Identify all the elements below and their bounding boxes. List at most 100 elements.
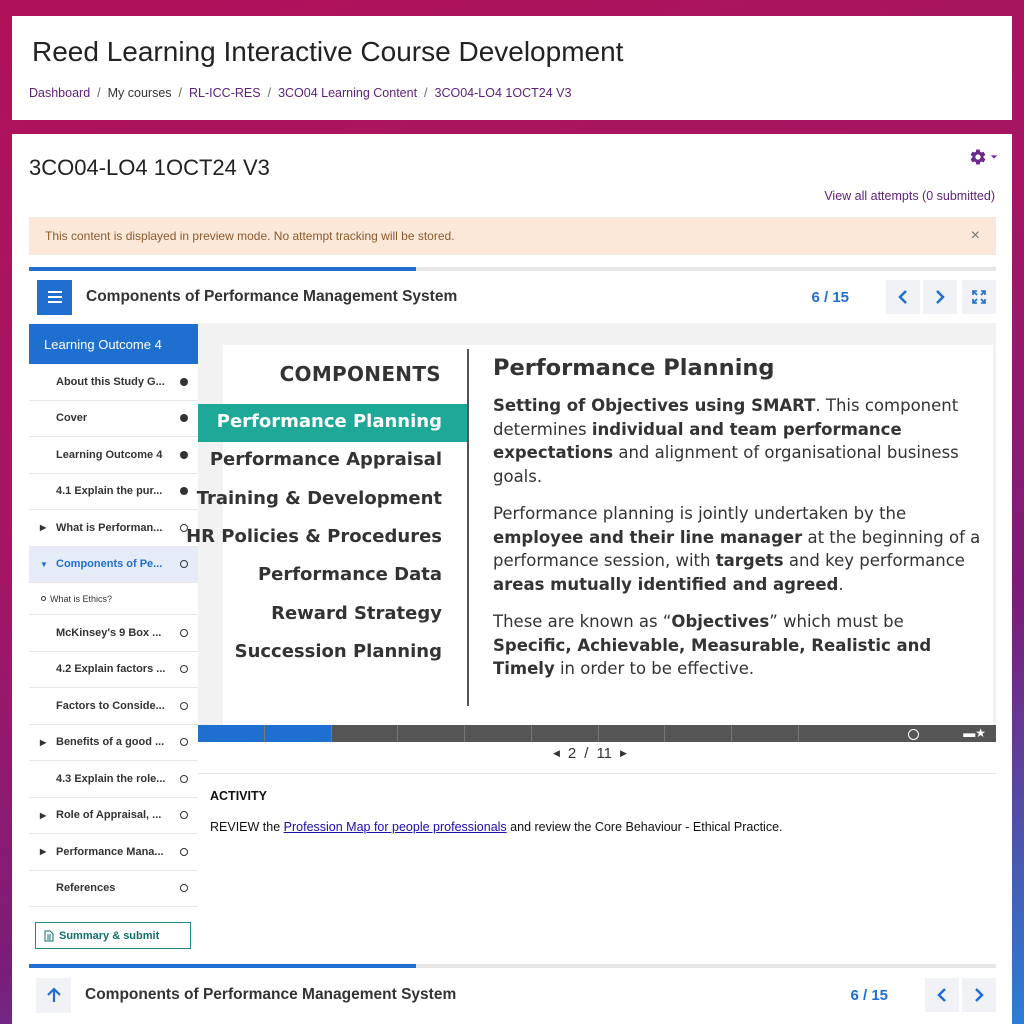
fullscreen-button[interactable] [962,280,996,314]
previous-page-button[interactable] [886,280,920,314]
toc-item[interactable]: 4.1 Explain the pur... [29,474,198,510]
caret-down-icon [990,155,998,159]
toc-item[interactable]: About this Study G... [29,364,198,401]
bullet-icon [41,596,46,601]
incomplete-status-icon [180,884,188,893]
course-progress-fill [29,964,416,968]
chevron-right-icon [936,290,945,304]
slide-divider [467,349,469,706]
next-page-button[interactable] [923,280,957,314]
toc-item[interactable]: Cover [29,401,198,437]
view-attempts-link[interactable]: View all attempts (0 submitted) [824,189,995,203]
previous-page-button-bottom[interactable] [925,978,959,1012]
toc-item[interactable]: ▶ What is Performan... [29,510,198,547]
breadcrumb-dashboard[interactable]: Dashboard [29,86,90,100]
pager-previous-icon[interactable]: ◀ [553,748,560,759]
breadcrumb-my-courses[interactable]: My courses [108,86,172,100]
toc-item-label: McKinsey's 9 Box ... [56,626,162,639]
caret-down-icon[interactable]: ▼ [40,560,48,569]
slide-progress-bar[interactable] [198,725,996,742]
next-page-button-bottom[interactable] [962,978,996,1012]
chevron-left-icon [937,988,946,1002]
arrow-up-icon [46,987,61,1002]
pager-next-icon[interactable]: ▶ [620,748,627,759]
toc-item-label: 4.2 Explain factors ... [56,663,166,676]
component-item[interactable]: Training & Development [197,488,442,509]
breadcrumb-separator: / [267,86,272,100]
star-bookmark-icon[interactable]: ▬★ [963,725,986,742]
slide-progress-segment[interactable] [465,725,532,742]
component-item[interactable]: Performance Appraisal [210,449,442,470]
activity-text-after: and review the Core Behaviour - Ethical … [506,820,783,834]
breadcrumb-current[interactable]: 3CO04-LO4 1OCT24 V3 [435,86,572,100]
toc-item-label: Learning Outcome 4 [56,448,163,461]
incomplete-status-icon [180,701,188,710]
component-item[interactable]: Performance Data [258,564,442,585]
toc-item[interactable]: Factors to Conside... [29,688,198,725]
slide-pager: ◀ 2 / 11 ▶ [553,745,627,762]
caret-right-icon[interactable]: ▶ [40,847,46,856]
toc-item-label: About this Study G... [56,375,165,388]
toc-item[interactable]: 4.3 Explain the role... [29,761,198,798]
incomplete-status-icon [180,811,188,820]
site-title: Reed Learning Interactive Course Develop… [32,36,624,67]
component-item[interactable]: Reward Strategy [271,603,442,624]
summary-submit-button[interactable]: Summary & submit [35,922,191,949]
toc-item-label: Benefits of a good ... [56,736,165,749]
slide-progress-segment[interactable] [599,725,666,742]
page-title: 3CO04-LO4 1OCT24 V3 [29,155,270,180]
pager-current: 2 [567,745,577,762]
breadcrumb: Dashboard / My courses / RL-ICC-RES / 3C… [29,86,571,100]
slide-checkpoint-icon [908,729,919,740]
profession-map-link[interactable]: Profession Map for people professionals [284,820,507,834]
toc-item-label: Factors to Conside... [56,699,165,712]
incomplete-status-icon [180,847,188,856]
toc-item[interactable]: ▼ Components of Pe... [29,546,198,583]
breadcrumb-course[interactable]: RL-ICC-RES [189,86,261,100]
slide-progress-segment[interactable] [532,725,599,742]
toc-item[interactable]: McKinsey's 9 Box ... [29,615,198,652]
slide-progress-segment[interactable] [264,725,332,742]
component-item[interactable]: Succession Planning [235,641,442,662]
toc-item[interactable]: ▶ Benefits of a good ... [29,725,198,761]
chapter-title: Components of Performance Management Sys… [86,288,458,305]
toc-item[interactable]: ▶ Performance Mana... [29,834,198,871]
hamburger-icon-line [47,291,62,293]
toc-item[interactable]: ▶ Role of Appraisal, ... [29,798,198,834]
caret-right-icon[interactable]: ▶ [40,523,46,532]
toc-subitem[interactable]: What is Ethics? [29,583,198,615]
component-item[interactable]: HR Policies & Procedures [186,526,442,547]
toc-item[interactable]: References [29,871,198,907]
pager-separator: / [584,745,589,762]
detail-paragraph-3: These are known as “Objectives” which mu… [493,612,932,678]
pager-total: 11 [596,745,613,762]
header-card: Reed Learning Interactive Course Develop… [12,16,1012,120]
detail-title: Performance Planning [493,355,775,381]
caret-right-icon[interactable]: ▶ [40,738,46,747]
sidebar-section-header[interactable]: Learning Outcome 4 [29,324,198,364]
caret-right-icon[interactable]: ▶ [40,811,46,820]
incomplete-status-icon [180,665,188,674]
slide-progress-segment[interactable] [665,725,732,742]
preview-alert: This content is displayed in preview mod… [29,217,996,255]
component-item[interactable]: Performance Planning [217,411,442,432]
course-sidebar: Learning Outcome 4 About this Study G...… [29,324,198,964]
hamburger-icon-line [47,301,62,303]
scroll-top-button[interactable] [36,977,71,1013]
breadcrumb-section[interactable]: 3CO04 Learning Content [278,86,417,100]
slide-progress-segment[interactable] [732,725,799,742]
summary-submit-label: Summary & submit [59,929,160,942]
slide-progress-segment[interactable] [332,725,399,742]
toc-item[interactable]: Learning Outcome 4 [29,437,198,474]
toc-item[interactable]: 4.2 Explain factors ... [29,652,198,688]
menu-toggle-button[interactable] [37,279,72,315]
close-icon[interactable]: × [971,227,980,245]
settings-menu-button[interactable] [969,148,998,166]
chevron-left-icon [898,290,907,304]
slide-progress-segment[interactable] [198,725,265,742]
document-icon [44,930,54,941]
component-detail: Performance Planning Setting of Objectiv… [493,355,983,695]
slide-progress-segment[interactable] [398,725,465,742]
interactive-slide: COMPONENTS Performance Planning Performan… [186,323,996,742]
course-progress-bar-bottom [29,964,996,968]
